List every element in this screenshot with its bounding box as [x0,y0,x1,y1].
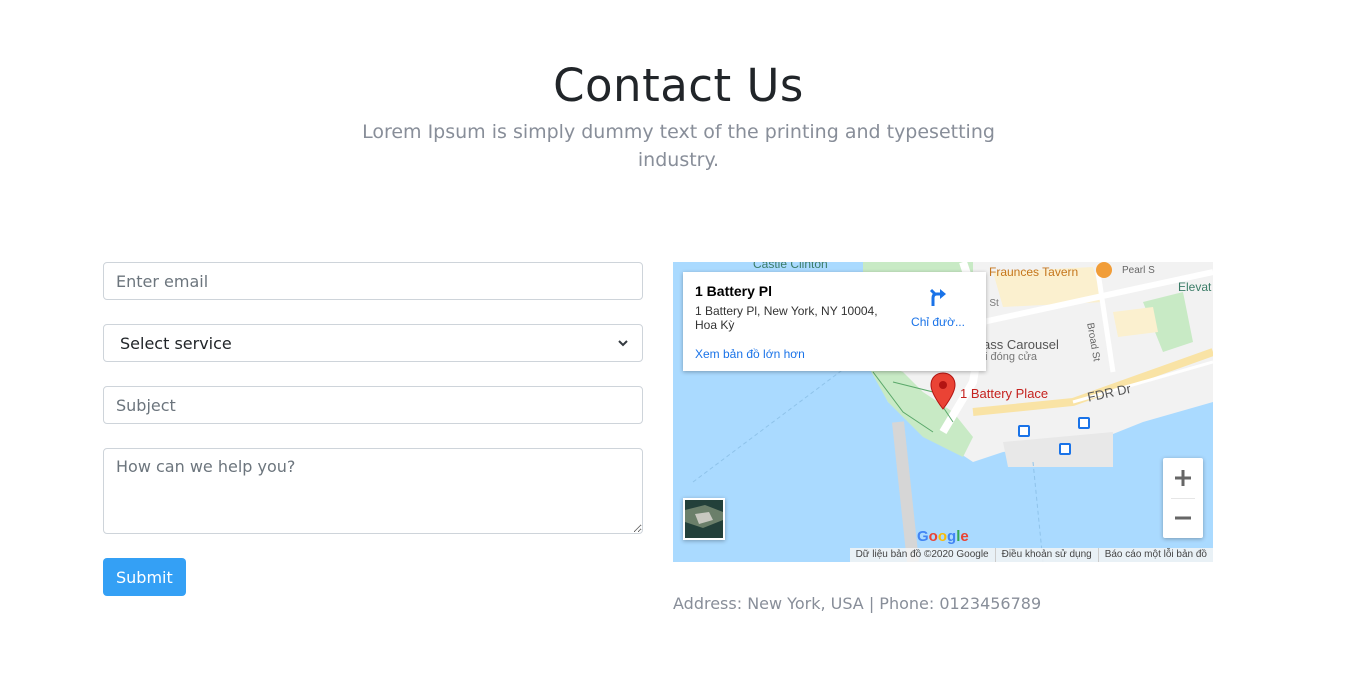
map-label-pearl: Pearl S [1122,265,1155,276]
map-label-carousel: ass Carousel [983,337,1059,352]
map-label-battery-place: 1 Battery Place [960,386,1049,401]
message-textarea[interactable] [103,448,643,534]
terms-link[interactable]: Điều khoản sử dụng [994,548,1098,562]
service-select[interactable]: Select service [103,324,643,362]
restaurant-icon [1096,262,1112,278]
report-error-link[interactable]: Báo cáo một lỗi bản đồ [1097,548,1213,562]
bus-stop-icon [1018,425,1030,437]
directions-button[interactable]: Chỉ đườ... [903,286,973,329]
map-label-fraunces-tavern: Fraunces Tavern [989,265,1079,279]
submit-button[interactable]: Submit [103,558,186,596]
email-input[interactable] [103,262,643,300]
plus-icon [1175,470,1191,486]
service-select-value: Select service [120,333,232,353]
bus-stop-icon [1078,417,1090,429]
map-label-carousel-status: i đóng cửa [985,351,1038,363]
bus-stop-icon [1059,443,1071,455]
page-subtitle: Lorem Ipsum is simply dummy text of the … [362,121,995,171]
satellite-thumbnail-icon [685,500,723,538]
map-embed[interactable]: Castle Clinton Fraunces Tavern Pearl S E… [673,262,1213,562]
map-label-castle-clinton: Castle Clinton [753,262,828,271]
place-title: 1 Battery Pl [695,283,773,299]
directions-icon [927,286,949,313]
zoom-control [1163,458,1203,538]
map-pin-icon[interactable] [930,372,956,410]
page-title: Contact Us [553,59,804,112]
address-line: Address: New York, USA | Phone: 01234567… [673,594,1042,613]
place-info-card: 1 Battery Pl 1 Battery Pl, New York, NY … [683,272,986,371]
zoom-in-button[interactable] [1163,458,1203,498]
subject-input[interactable] [103,386,643,424]
satellite-toggle[interactable] [683,498,725,540]
place-address: 1 Battery Pl, New York, NY 10004, Hoa Kỳ [695,304,878,332]
zoom-out-button[interactable] [1163,498,1203,538]
map-data-credit: Dữ liệu bản đồ ©2020 Google [855,549,989,560]
contact-form: Select service Submit [103,262,643,596]
contact-header: Contact Us Lorem Ipsum is simply dummy t… [0,58,1357,174]
google-logo: Google [917,528,969,545]
chevron-down-icon [616,336,630,350]
minus-icon [1175,516,1191,520]
map-footer: Dữ liệu bản đồ ©2020 Google Điều khoản s… [849,548,1213,562]
map-label-eleva: Elevat [1178,280,1212,294]
directions-label: Chỉ đườ... [911,315,965,329]
larger-map-link[interactable]: Xem bản đồ lớn hơn [695,347,805,361]
